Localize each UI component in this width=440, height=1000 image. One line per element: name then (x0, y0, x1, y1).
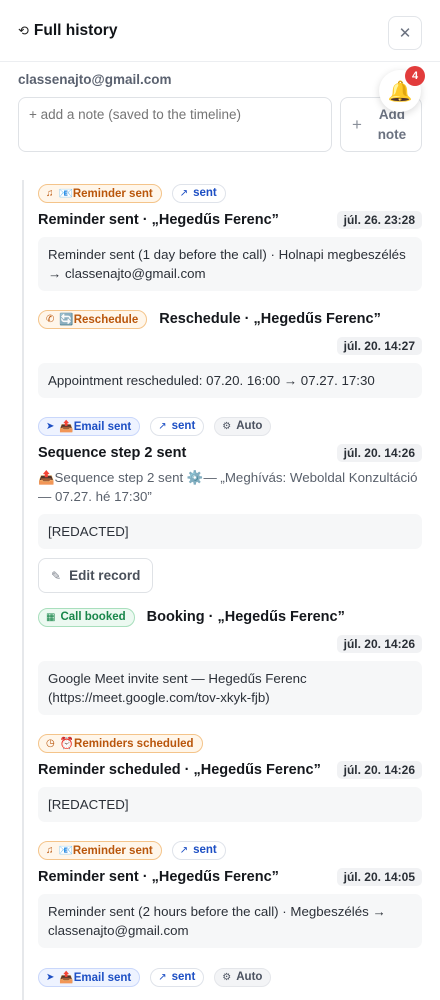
entry-title: Booking · „Hegedűs Ferenc” (146, 609, 345, 625)
notification-count-badge: 4 (405, 66, 425, 86)
entry-timestamp: júl. 20. 14:27 (336, 337, 422, 355)
entry-title: Reminder sent · „Hegedűs Ferenc” (38, 869, 279, 885)
phone-icon: ✆ (46, 313, 55, 325)
arrow-up-right-icon: ↗ (158, 971, 167, 983)
status-badge: ◷ ⏰Reminders scheduled (38, 733, 203, 753)
entry-subtitle: 📤Sequence step 2 sent ⚙️— „Meghívás: Web… (38, 470, 418, 504)
gear-icon: ⚙ (222, 420, 232, 432)
entry-body: Reminder sent (2 hours before the call) … (38, 894, 422, 948)
bell-outline-icon: ♫ (46, 844, 54, 856)
note-input[interactable] (18, 97, 332, 152)
entry-body: Reminder sent (1 day before the call) · … (38, 237, 422, 291)
timeline-entry: ♫ 📧Reminder sent ↗ sent Reminder sent · „H… (38, 183, 422, 291)
arrow-up-right-icon: ↗ (158, 420, 167, 432)
entry-body: Appointment rescheduled: 07.20. 16:00 → … (38, 363, 422, 398)
status-badge: ➤ 📤Email sent (38, 967, 141, 987)
timeline-entry: ➤ 📤Email sent ↗ sent ⚙ Auto Sequence step 2… (38, 416, 422, 593)
panel-header: ⟲ Full history ✕ (0, 0, 440, 62)
entry-body: Google Meet invite sent — Hegedűs Ferenc… (38, 661, 422, 715)
entry-timestamp: júl. 20. 14:26 (336, 444, 422, 462)
status-badge: ↗ sent (150, 967, 205, 987)
timeline-entry: ➤ 📤Email sent ↗ sent ⚙ Auto (38, 967, 422, 987)
entry-title: Reschedule · „Hegedűs Ferenc” (159, 311, 381, 327)
history-icon: ⟲ (18, 23, 29, 38)
entry-title: Reminder scheduled · „Hegedűs Ferenc” (38, 762, 321, 778)
entry-timestamp: júl. 20. 14:05 (336, 868, 422, 886)
arrow-up-right-icon: ↗ (179, 844, 189, 856)
auto-badge: ⚙ Auto (214, 416, 272, 436)
close-icon: ✕ (398, 25, 412, 42)
status-badge: ▦ Call booked (38, 607, 135, 627)
timeline-entry: ✆ 🔄Reschedule Reschedule · „Hegedűs Feren… (38, 309, 422, 398)
clock-icon: ◷ (46, 737, 55, 749)
edit-record-button[interactable]: ✎ Edit record (38, 558, 154, 593)
entry-timestamp: júl. 20. 14:26 (336, 761, 422, 779)
bell-outline-icon: ♫ (46, 187, 54, 199)
calendar-icon: ▦ (46, 611, 56, 623)
timeline-line (22, 180, 24, 1000)
entry-body: [REDACTED] (38, 514, 422, 549)
status-badge: ↗ sent (171, 840, 226, 860)
entry-title: Sequence step 2 sent (38, 445, 187, 461)
status-badge: ➤ 📤Email sent (38, 416, 141, 436)
send-icon: ➤ (46, 420, 55, 432)
status-badge: ✆ 🔄Reschedule (38, 309, 148, 329)
status-badge: ↗ sent (150, 416, 205, 436)
plus-icon: + (352, 114, 362, 134)
status-badge: ♫ 📧Reminder sent (38, 183, 162, 203)
timeline-entry: ◷ ⏰Reminders scheduled Reminder scheduled… (38, 733, 422, 822)
timeline-entry: ▦ Call booked Booking · „Hegedűs Ferenc” … (38, 607, 422, 715)
arrow-up-right-icon: ↗ (179, 187, 189, 199)
auto-badge: ⚙ Auto (214, 967, 272, 987)
entry-body: [REDACTED] (38, 787, 422, 822)
send-icon: ➤ (46, 971, 55, 983)
close-button[interactable]: ✕ (388, 16, 422, 50)
panel-title: Full history (33, 21, 118, 39)
entry-timestamp: júl. 20. 14:26 (336, 635, 422, 653)
status-badge: ↗ sent (171, 183, 226, 203)
status-badge: ♫ 📧Reminder sent (38, 840, 162, 860)
timeline-entry: ♫ 📧Reminder sent ↗ sent Reminder sent · „H… (38, 840, 422, 948)
entry-timestamp: júl. 26. 23:28 (336, 211, 422, 229)
contact-email: classenajto@gmail.com (18, 72, 172, 87)
pencil-icon: ✎ (51, 568, 62, 583)
gear-icon: ⚙ (222, 971, 232, 983)
entry-title: Reminder sent · „Hegedűs Ferenc” (38, 212, 279, 228)
